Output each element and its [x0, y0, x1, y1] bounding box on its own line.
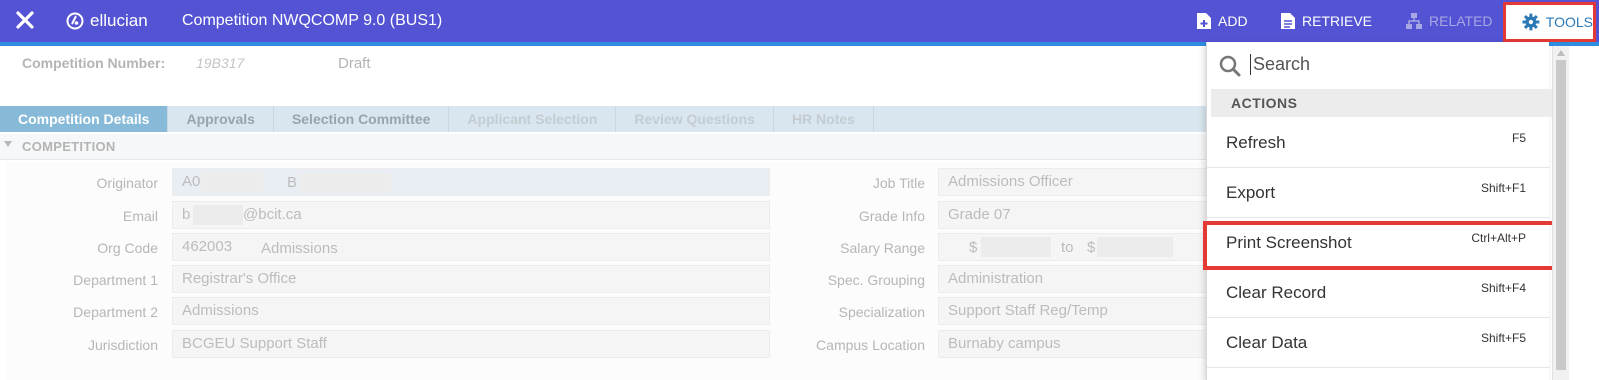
- add-button[interactable]: ADD: [1196, 0, 1248, 42]
- department-1-field[interactable]: Registrar's Office: [172, 265, 770, 293]
- actions-header: ACTIONS: [1211, 89, 1552, 117]
- competition-number-label: Competition Number:: [22, 55, 166, 71]
- org-code-value: 462003: [182, 238, 233, 255]
- org-code-description: Admissions: [261, 240, 338, 257]
- tab-applicant-selection[interactable]: Applicant Selection: [449, 106, 617, 132]
- competition-section-header[interactable]: COMPETITION: [0, 134, 1230, 160]
- menu-item-shortcut: F5: [1511, 131, 1526, 145]
- retrieve-document-icon: [1281, 13, 1295, 29]
- grade-info-field[interactable]: Grade 07: [938, 201, 1238, 229]
- campus-location-field[interactable]: Burnaby campus: [938, 330, 1238, 358]
- specialization-label: Specialization: [838, 304, 925, 320]
- redacted-block: [193, 205, 243, 225]
- tab-selection-committee[interactable]: Selection Committee: [274, 106, 450, 132]
- grade-info-label: Grade Info: [858, 208, 925, 224]
- ellucian-logo-icon: [66, 12, 84, 30]
- tools-menu: Search ACTIONS Refresh F5 Export Shift+F…: [1206, 42, 1552, 380]
- menu-item-clear-record[interactable]: Clear Record Shift+F4: [1207, 268, 1550, 318]
- search-input[interactable]: Search: [1250, 54, 1310, 75]
- jurisdiction-field[interactable]: BCGEU Support Staff: [172, 330, 770, 358]
- menu-search[interactable]: Search: [1207, 42, 1550, 88]
- close-icon[interactable]: [14, 9, 36, 31]
- collapse-caret-icon[interactable]: [4, 141, 12, 147]
- menu-item-label: Refresh: [1226, 133, 1286, 152]
- job-title-field[interactable]: Admissions Officer: [938, 168, 1238, 196]
- salary-min-currency: $: [969, 239, 978, 256]
- page-title: Competition NWQCOMP 9.0 (BUS1): [182, 12, 443, 29]
- originator-name: B: [287, 174, 298, 191]
- menu-item-shortcut: Shift+F1: [1480, 181, 1526, 195]
- add-document-icon: [1197, 13, 1211, 29]
- menu-scrollbar[interactable]: [1552, 46, 1569, 380]
- related-hierarchy-icon: [1406, 13, 1422, 29]
- tools-label: TOOLS: [1545, 14, 1593, 30]
- redacted-block: [1097, 237, 1173, 257]
- department-2-field[interactable]: Admissions: [172, 297, 770, 325]
- gear-icon: [1522, 13, 1540, 31]
- related-label: RELATED: [1429, 13, 1493, 29]
- menu-item-label: Clear Data: [1226, 333, 1308, 352]
- salary-range-label: Salary Range: [840, 240, 925, 256]
- tools-button[interactable]: TOOLS: [1503, 2, 1596, 42]
- brand-name: ellucian: [90, 11, 148, 30]
- job-title-label: Job Title: [872, 175, 925, 191]
- add-label: ADD: [1218, 13, 1248, 29]
- email-field[interactable]: b @bcit.ca: [172, 201, 770, 229]
- org-code-field[interactable]: 462003 Admissions: [172, 233, 770, 261]
- menu-item-label: Export: [1226, 183, 1276, 202]
- jurisdiction-label: Jurisdiction: [87, 337, 158, 353]
- menu-item-clear-data[interactable]: Clear Data Shift+F5: [1207, 318, 1550, 368]
- menu-item-export[interactable]: Export Shift+F1: [1207, 168, 1550, 218]
- department-2-label: Department 2: [73, 304, 158, 320]
- salary-range-field[interactable]: $ to $: [938, 233, 1238, 261]
- email-domain: @bcit.ca: [243, 206, 302, 223]
- department-1-label: Department 1: [73, 272, 158, 288]
- tab-review-questions[interactable]: Review Questions: [616, 106, 774, 132]
- retrieve-label: RETRIEVE: [1302, 13, 1373, 29]
- org-code-label: Org Code: [97, 240, 158, 256]
- email-prefix: b: [182, 206, 191, 223]
- competition-number-value: 19B317: [196, 55, 245, 71]
- search-icon: [1219, 55, 1241, 77]
- ellucian-logo: ellucian: [66, 11, 148, 31]
- email-label: Email: [122, 208, 158, 224]
- menu-item-refresh[interactable]: Refresh F5: [1207, 118, 1550, 168]
- tab-bar: Competition Details Approvals Selection …: [0, 106, 1230, 132]
- retrieve-button[interactable]: RETRIEVE: [1280, 0, 1372, 42]
- related-button[interactable]: RELATED: [1405, 0, 1493, 42]
- spec-grouping-field[interactable]: Administration: [938, 265, 1238, 293]
- salary-max-currency: $: [1087, 239, 1096, 256]
- salary-to: to: [1061, 239, 1074, 256]
- menu-item-shortcut: Shift+F4: [1480, 281, 1526, 295]
- tab-approvals[interactable]: Approvals: [168, 106, 274, 132]
- print-screenshot-highlight: [1203, 221, 1556, 270]
- tab-hr-notes[interactable]: HR Notes: [774, 106, 874, 132]
- spec-grouping-label: Spec. Grouping: [827, 272, 925, 288]
- redacted-block: [981, 237, 1051, 257]
- scrollbar-thumb[interactable]: [1556, 60, 1566, 370]
- specialization-field[interactable]: Support Staff Reg/Temp: [938, 297, 1238, 325]
- originator-label: Originator: [96, 175, 158, 191]
- scroll-up-arrow-icon[interactable]: [1557, 50, 1565, 56]
- section-title: COMPETITION: [22, 139, 116, 154]
- top-bar: ellucian Competition NWQCOMP 9.0 (BUS1) …: [0, 0, 1599, 42]
- originator-id: A0: [182, 173, 201, 190]
- originator-field[interactable]: A0 B: [172, 168, 770, 196]
- tab-competition-details[interactable]: Competition Details: [0, 106, 169, 132]
- redacted-block: [201, 172, 263, 192]
- redacted-block: [299, 173, 391, 193]
- menu-item-label: Clear Record: [1226, 283, 1327, 302]
- menu-item-shortcut: Shift+F5: [1480, 331, 1526, 345]
- competition-status: Draft: [338, 55, 371, 72]
- campus-location-label: Campus Location: [816, 337, 925, 353]
